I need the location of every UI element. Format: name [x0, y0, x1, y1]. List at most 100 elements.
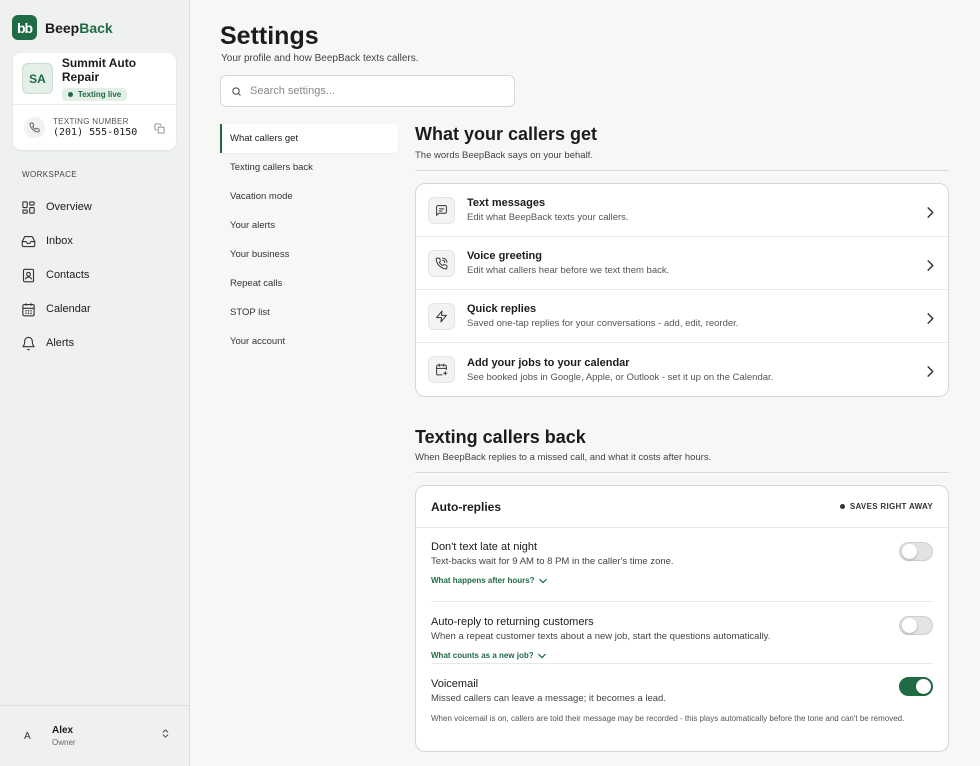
row-description: Edit what BeepBack texts your callers. [467, 212, 629, 223]
search-box[interactable] [220, 75, 515, 107]
bell-icon [22, 336, 35, 350]
settings-subnav: What callers get Texting callers back Va… [220, 124, 398, 356]
chevrons-up-down-icon[interactable] [160, 727, 171, 745]
section-title-texting-back: Texting callers back [415, 427, 586, 447]
account-avatar: SA [22, 63, 53, 94]
calendar-icon [22, 302, 35, 316]
tab-texting-callers-back[interactable]: Texting callers back [220, 153, 398, 182]
row-title: Quick replies [467, 303, 537, 315]
brand[interactable]: bb BeepBack [12, 15, 113, 40]
section-divider [415, 472, 949, 473]
row-title: Text messages [467, 197, 546, 209]
chevron-right-icon [926, 311, 934, 329]
setting-title: Auto-reply to returning customers [431, 616, 594, 628]
voice-greeting-row[interactable]: Voice greeting Edit what callers hear be… [416, 237, 948, 290]
row-title: Voice greeting [467, 250, 542, 262]
phone-call-icon [428, 249, 455, 277]
row-description: Edit what callers hear before we text th… [467, 265, 670, 276]
section-subtitle-callers-get: The words BeepBack says on your behalf. [415, 150, 593, 161]
page-title: Settings [220, 22, 319, 50]
tab-what-callers-get[interactable]: What callers get [220, 124, 398, 153]
user-name: Alex [52, 725, 74, 736]
toggle-knob [916, 679, 931, 694]
chevron-right-icon [926, 205, 934, 223]
new-job-expand-link[interactable]: What counts as a new job? [431, 651, 933, 660]
link-label: What happens after hours? [431, 576, 535, 585]
brand-name-part1: Beep [45, 19, 80, 36]
account-card: SA Summit Auto Repair Texting live TEXTI… [13, 53, 176, 150]
texting-number-row: TEXTING NUMBER (201) 555-0150 [13, 105, 176, 150]
chevron-down-icon [538, 578, 547, 583]
setting-description: When a repeat customer texts about a new… [431, 631, 771, 642]
sidebar-item-alerts[interactable]: Alerts [21, 326, 92, 360]
sidebar-item-contacts[interactable]: Contacts [21, 258, 92, 292]
page-subtitle: Your profile and how BeepBack texts call… [221, 53, 419, 64]
tab-repeat-calls[interactable]: Repeat calls [220, 269, 398, 298]
workspace-label: WORKSPACE [22, 170, 78, 179]
saves-label: SAVES RIGHT AWAY [849, 502, 933, 511]
grid-icon [22, 200, 35, 214]
after-hours-expand-link[interactable]: What happens after hours? [431, 576, 933, 585]
callers-get-card: Text messages Edit what BeepBack texts y… [415, 183, 949, 397]
tab-your-account[interactable]: Your account [220, 327, 398, 356]
sidebar-item-inbox[interactable]: Inbox [21, 224, 92, 258]
toggle-knob [902, 618, 917, 633]
quick-replies-row[interactable]: Quick replies Saved one-tap replies for … [416, 290, 948, 343]
sidebar-nav: Overview Inbox Contacts Calendar Alerts [21, 190, 92, 360]
tab-stop-list[interactable]: STOP list [220, 298, 398, 327]
inbox-icon [21, 235, 36, 247]
late-night-toggle[interactable] [899, 542, 933, 561]
chevron-right-icon [926, 258, 934, 276]
user-role: Owner [52, 738, 76, 747]
account-header: SA Summit Auto Repair Texting live [13, 53, 176, 105]
card-title: Auto-replies [431, 499, 502, 514]
section-subtitle-texting-back: When BeepBack replies to a missed call, … [415, 452, 712, 463]
sidebar-item-overview[interactable]: Overview [21, 190, 92, 224]
calendar-plus-icon [428, 356, 455, 383]
tab-your-alerts[interactable]: Your alerts [220, 211, 398, 240]
contact-icon [22, 268, 35, 282]
account-name: Summit Auto Repair [61, 55, 137, 84]
setting-title: Voicemail [431, 678, 479, 690]
user-avatar: A [24, 730, 31, 742]
calendar-sync-row[interactable]: Add your jobs to your calendar See booke… [416, 343, 948, 396]
lightning-icon [428, 302, 455, 330]
copy-icon[interactable] [154, 121, 165, 139]
status-dot-icon [67, 91, 73, 97]
sidebar-item-label: Overview [46, 201, 92, 213]
texting-number-label: TEXTING NUMBER [53, 117, 129, 126]
texting-number: (201) 555-0150 [53, 127, 138, 138]
status-text: Texting live [77, 89, 122, 99]
chevron-right-icon [926, 364, 934, 382]
voicemail-setting: Voicemail Missed callers can leave a mes… [431, 664, 933, 750]
row-description: See booked jobs in Google, Apple, or Out… [467, 371, 774, 383]
voicemail-note: When voicemail is on, callers are told t… [431, 714, 905, 723]
setting-title: Don't text late at night [431, 541, 538, 553]
dot-icon [839, 504, 845, 509]
returning-customers-toggle[interactable] [899, 616, 933, 635]
saves-indicator: SAVES RIGHT AWAY [839, 502, 933, 511]
sidebar-item-label: Inbox [46, 235, 73, 247]
returning-customers-setting: Auto-reply to returning customers When a… [431, 602, 933, 664]
user-menu[interactable]: A Alex Owner [0, 705, 189, 766]
tab-vacation-mode[interactable]: Vacation mode [220, 182, 398, 211]
setting-description: Missed callers can leave a message; it b… [431, 693, 666, 704]
sidebar: bb BeepBack SA Summit Auto Repair Textin… [0, 0, 190, 766]
sidebar-item-label: Calendar [46, 303, 91, 315]
sidebar-item-calendar[interactable]: Calendar [21, 292, 92, 326]
tab-your-business[interactable]: Your business [220, 240, 398, 269]
text-messages-row[interactable]: Text messages Edit what BeepBack texts y… [416, 184, 948, 237]
section-title-callers-get: What your callers get [415, 124, 598, 144]
voicemail-toggle[interactable] [899, 677, 933, 696]
link-label: What counts as a new job? [431, 651, 534, 660]
sidebar-item-label: Contacts [46, 269, 90, 281]
toggle-knob [902, 544, 917, 559]
brand-logo-icon: bb [12, 15, 37, 40]
late-night-setting: Don't text late at night Text-backs wait… [431, 528, 933, 602]
brand-name: BeepBack [45, 20, 113, 36]
auto-replies-card: Auto-replies SAVES RIGHT AWAY Don't text… [415, 485, 949, 752]
section-divider [415, 170, 949, 171]
search-input[interactable] [250, 85, 490, 97]
phone-icon [24, 117, 45, 138]
brand-name-part2: Back [79, 19, 113, 36]
